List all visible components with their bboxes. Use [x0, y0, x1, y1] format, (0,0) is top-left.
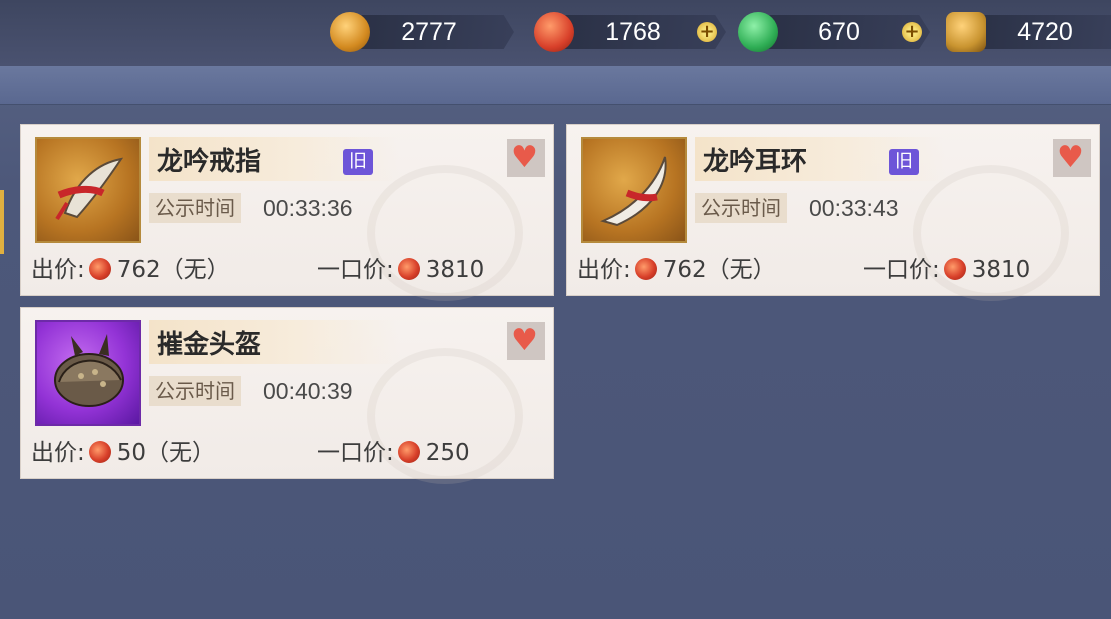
red-coin-icon [88, 257, 111, 280]
red-coin-icon [943, 257, 966, 280]
jade-coin-value: 670 [818, 18, 860, 46]
buyout-value: 250 [425, 440, 470, 466]
old-tag: 旧 [889, 149, 919, 175]
bronze-token-value: 4720 [1017, 18, 1073, 46]
buyout-row: 一口价: 3810 [317, 253, 484, 287]
gold-coin-icon [330, 12, 370, 52]
buyout-label: 一口价: [317, 257, 394, 283]
helmet-icon[interactable] [35, 320, 141, 426]
ring-icon[interactable] [35, 137, 141, 243]
sub-header-bar [0, 66, 1111, 105]
heart-icon: ♥ [1057, 140, 1084, 175]
favorite-button[interactable]: ♥ [1053, 139, 1091, 177]
listing-card[interactable]: 龙吟耳环 旧 ♥ 公示时间 00:33:43 出价: 762（无） 一口价: 381… [566, 124, 1100, 301]
buyout-value: 3810 [425, 257, 485, 283]
listing-card[interactable]: 龙吟戒指 旧 ♥ 公示时间 00:33:36 出价: 762（无） 一口价: 381… [20, 124, 554, 301]
red-coin-icon [634, 257, 657, 280]
bid-row: 出价: 50（无） [31, 436, 215, 470]
favorite-button[interactable]: ♥ [507, 139, 545, 177]
bid-row: 出价: 762（无） [31, 253, 230, 287]
publicity-label: 公示时间 [149, 193, 241, 223]
buyout-label: 一口价: [317, 440, 394, 466]
publicity-timer: 00:33:43 [809, 195, 899, 221]
add-red-coin-plus-icon[interactable]: + [697, 22, 717, 42]
red-coin-value: 1768 [605, 18, 661, 46]
bid-value: 762（无） [116, 257, 230, 283]
item-name: 龙吟耳环 [703, 147, 808, 177]
buyout-label: 一口价: [863, 257, 940, 283]
buyout-value: 3810 [971, 257, 1031, 283]
buyout-row: 一口价: 3810 [863, 253, 1030, 287]
heart-icon: ♥ [511, 140, 538, 175]
old-tag: 旧 [343, 149, 373, 175]
bid-value: 50（无） [116, 440, 216, 466]
bid-label: 出价: [577, 257, 631, 283]
bid-value: 762（无） [662, 257, 776, 283]
gold-coin-value: 2777 [401, 18, 457, 46]
red-coin-icon [397, 440, 420, 463]
publicity-label: 公示时间 [149, 376, 241, 406]
add-jade-coin-plus-icon[interactable]: + [902, 22, 922, 42]
bronze-token-icon [946, 12, 986, 52]
red-coin-icon [397, 257, 420, 280]
publicity-timer: 00:40:39 [263, 378, 353, 404]
bid-label: 出价: [31, 440, 85, 466]
bid-row: 出价: 762（无） [577, 253, 776, 287]
side-tab-indicator[interactable] [0, 190, 4, 254]
publicity-timer: 00:33:36 [263, 195, 353, 221]
item-name: 龙吟戒指 [157, 147, 262, 177]
favorite-button[interactable]: ♥ [507, 322, 545, 360]
buyout-row: 一口价: 250 [317, 436, 470, 470]
publicity-label: 公示时间 [695, 193, 787, 223]
bid-label: 出价: [31, 257, 85, 283]
earring-icon[interactable] [581, 137, 687, 243]
red-coin-icon [534, 12, 574, 52]
item-name: 摧金头盔 [157, 330, 262, 360]
jade-coin-icon [738, 12, 778, 52]
heart-icon: ♥ [511, 323, 538, 358]
red-coin-icon [88, 440, 111, 463]
listing-card[interactable]: 摧金头盔 ♥ 公示时间 00:40:39 出价: 50（无） 一口价: 250 [20, 307, 554, 484]
